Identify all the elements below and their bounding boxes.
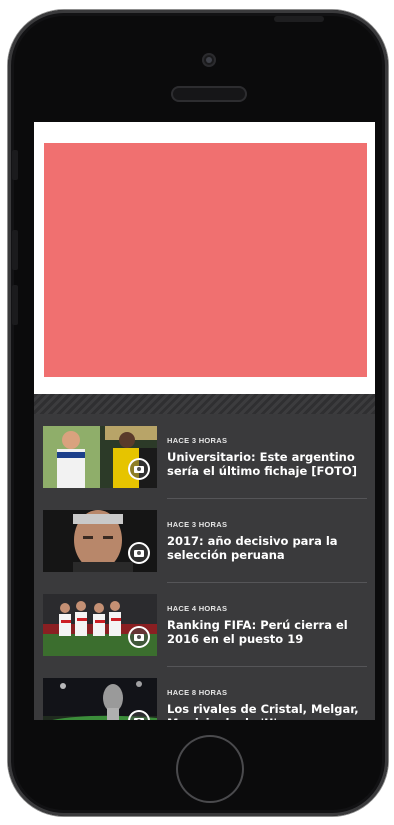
news-title[interactable]: Ranking FIFA: Perú cierra el 2016 en el … (167, 618, 367, 646)
ad-placeholder[interactable] (44, 143, 367, 377)
divider (167, 666, 367, 667)
divider (167, 582, 367, 583)
news-feed: HACE 3 HORAS Universitario: Este argenti… (34, 394, 375, 720)
news-thumbnail[interactable] (43, 594, 157, 656)
ad-area (34, 122, 375, 394)
news-item[interactable]: HACE 8 HORAS Los rivales de Cristal, Mel… (34, 678, 375, 720)
news-thumbnail[interactable] (43, 510, 157, 572)
camera-icon (128, 458, 150, 480)
news-time: HACE 8 HORAS (167, 688, 228, 697)
earpiece-speaker (171, 86, 247, 102)
news-time: HACE 3 HORAS (167, 436, 228, 445)
volume-up-button (12, 230, 18, 270)
news-time: HACE 4 HORAS (167, 604, 228, 613)
news-thumbnail[interactable] (43, 426, 157, 488)
news-thumbnail[interactable] (43, 678, 157, 720)
home-button[interactable] (176, 735, 244, 803)
front-camera (202, 53, 216, 67)
volume-down-button (12, 285, 18, 325)
power-button (274, 16, 324, 22)
divider (167, 498, 367, 499)
feed-separator (34, 394, 375, 414)
camera-icon (128, 542, 150, 564)
news-title[interactable]: Los rivales de Cristal, Melgar, Municipa… (167, 702, 367, 720)
phone-screen: HACE 3 HORAS Universitario: Este argenti… (34, 122, 375, 720)
camera-icon (128, 626, 150, 648)
news-title[interactable]: 2017: año decisivo para la selección per… (167, 534, 367, 562)
mute-switch (12, 150, 18, 180)
news-title[interactable]: Universitario: Este argentino sería el ú… (167, 450, 367, 478)
news-time: HACE 3 HORAS (167, 520, 228, 529)
